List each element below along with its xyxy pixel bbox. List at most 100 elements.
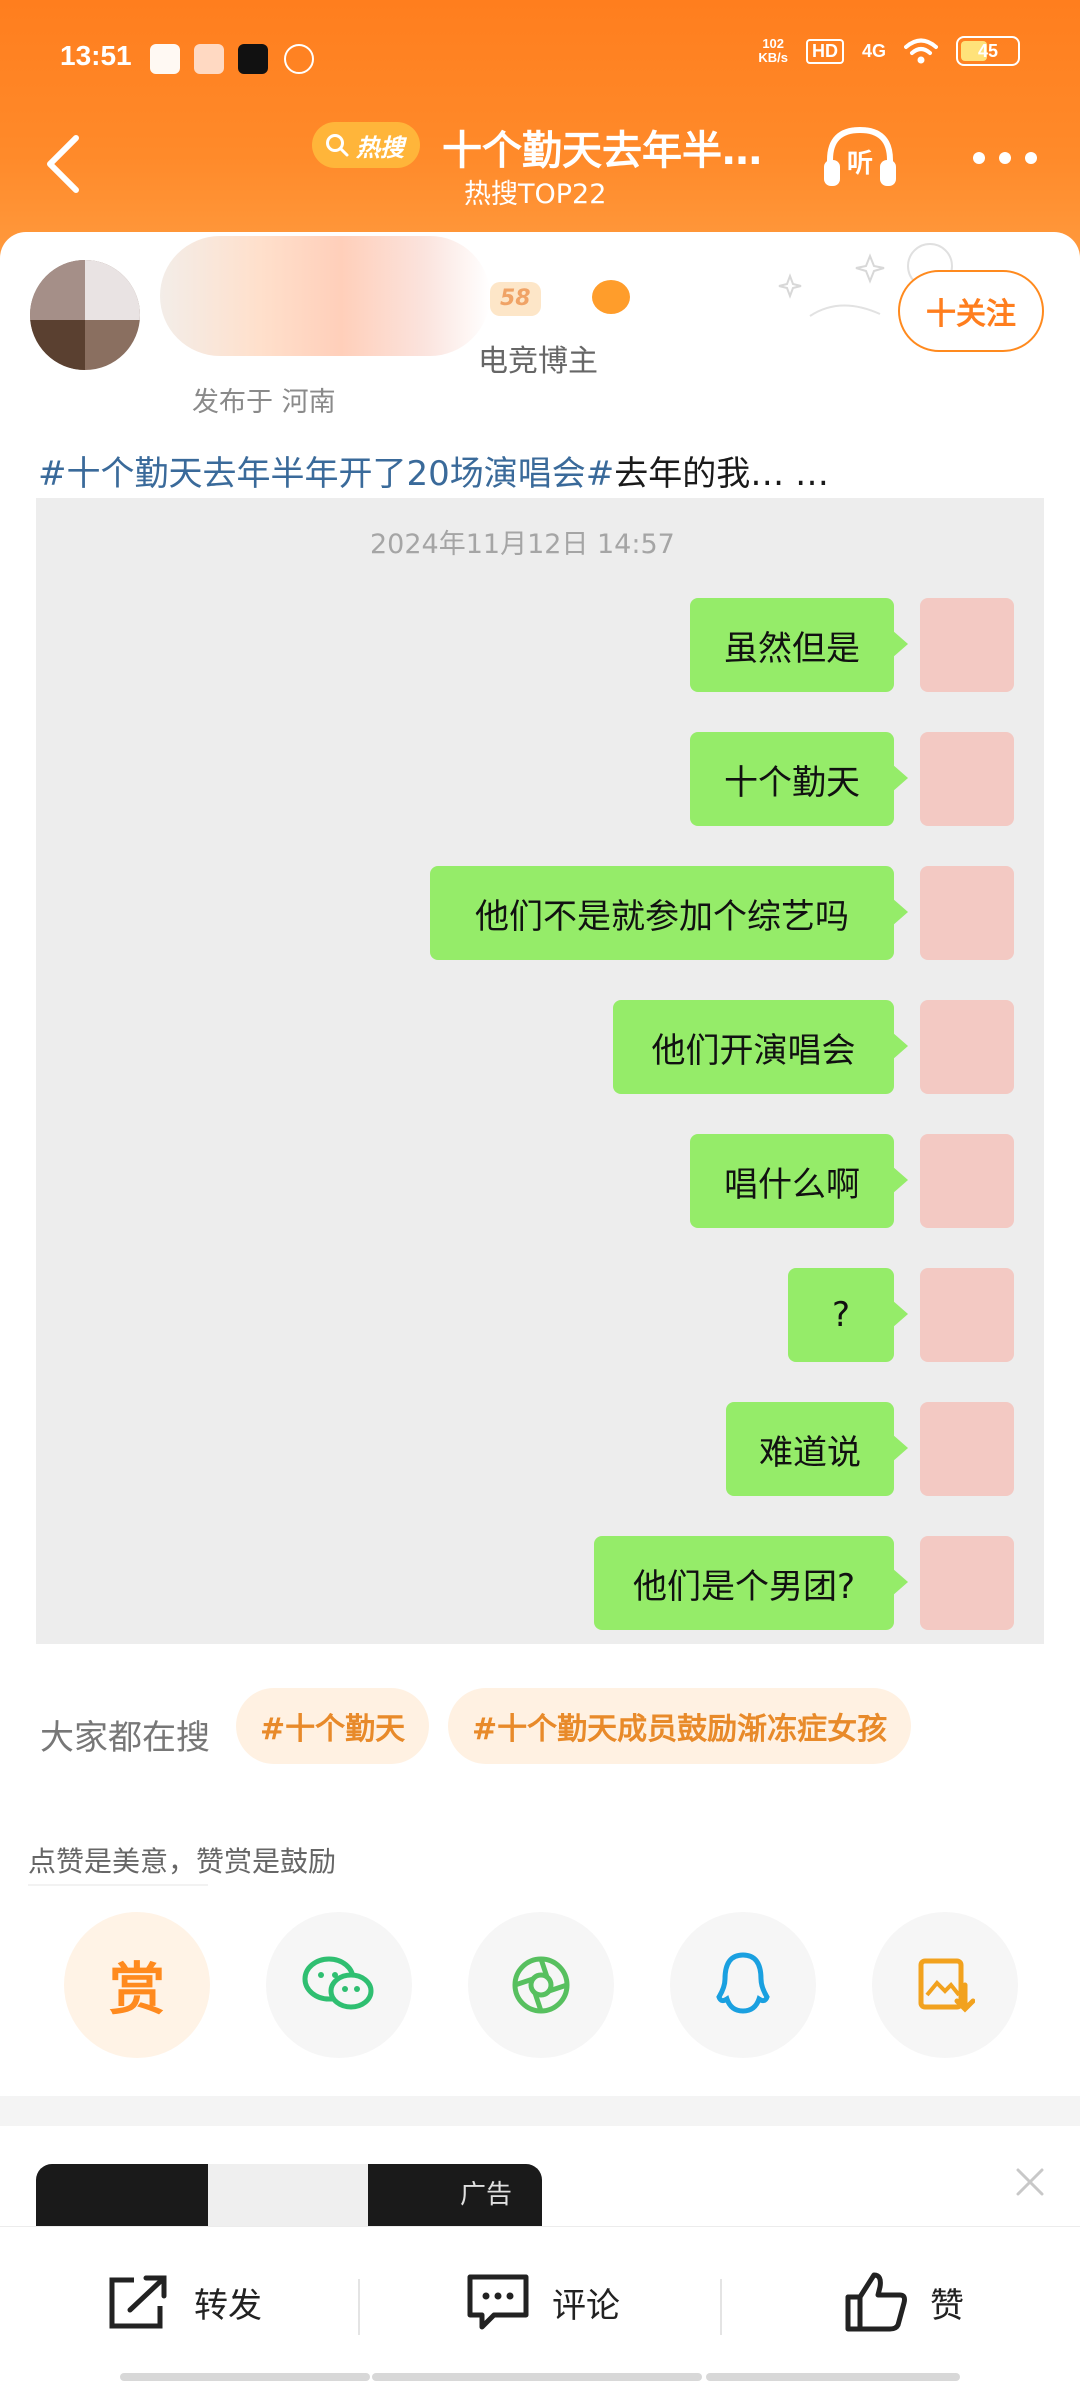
page-title: 十个勤天去年半… [442, 128, 762, 174]
post-hashtag-link[interactable]: #十个勤天去年半年开了20场演唱会# [38, 454, 614, 494]
reward-label: 赏 [109, 1957, 165, 2023]
chat-message: ? [36, 1268, 1044, 1364]
like-label: 赞 [930, 2285, 964, 2326]
close-icon[interactable] [1010, 2162, 1050, 2202]
status-bar: 13:51 102 KB/s HD 4G 45 [0, 0, 1080, 120]
avatar[interactable] [30, 260, 140, 370]
divider [28, 1884, 208, 1886]
share-qq-button[interactable] [670, 1912, 816, 2058]
chat-message: 他们开演唱会 [36, 1000, 1044, 1096]
avatar-pixel [30, 260, 85, 320]
post-text: #十个勤天去年半年开了20场演唱会#去年的我… … [38, 446, 829, 495]
net-speed: 102 KB/s [758, 37, 788, 65]
bear-avatar-icon [920, 1536, 1014, 1630]
status-indicators: 102 KB/s HD 4G 45 [758, 36, 1020, 66]
bear-avatar-icon [920, 732, 1014, 826]
post-image-chat-screenshot[interactable]: 2024年11月12日 14:57 虽然但是 十个勤天 他们不是就参加个综艺吗 … [36, 498, 1044, 1644]
tiktok-app-icon [238, 44, 268, 74]
bottom-action-bar: 转发 评论 赞 [0, 2226, 1080, 2388]
avatar-pixel [30, 320, 85, 370]
author-name-redacted[interactable] [160, 236, 490, 356]
share-icon [109, 2275, 167, 2329]
chat-bubble: 他们是个男团? [594, 1536, 908, 1630]
user-level-badge: 58 [490, 282, 541, 316]
search-icon [326, 134, 349, 157]
search-chip[interactable]: #十个勤天 [236, 1688, 430, 1764]
reward-hint: 点赞是美意，赞赏是鼓励 [28, 1845, 337, 1878]
back-button[interactable] [30, 124, 100, 204]
page-subtitle[interactable]: 热搜TOP22 [464, 172, 606, 211]
network-label: 4G [861, 40, 886, 61]
home-indicator [120, 2373, 370, 2381]
qq-penguin-icon [716, 1952, 770, 2014]
chat-bubble: 他们开演唱会 [613, 1000, 908, 1094]
divider [358, 2279, 360, 2335]
like-button[interactable]: 赞 [842, 2267, 964, 2337]
save-image-button[interactable] [872, 1912, 1018, 2058]
wifi-icon [904, 38, 938, 64]
pufferfish-icon [592, 280, 630, 314]
chat-message: 难道说 [36, 1402, 1044, 1498]
nav-bar: 热搜 十个勤天去年半… 热搜TOP22 听 [0, 110, 1080, 220]
section-divider [0, 2096, 1080, 2126]
repost-button[interactable]: 转发 [104, 2267, 262, 2337]
author-role: 电竞博主 [478, 344, 598, 379]
weibo-app-icon [150, 44, 180, 74]
net-speed-value: 102 [762, 36, 785, 51]
post-location: 发布于 河南 [192, 387, 336, 418]
chat-bubble: 虽然但是 [690, 598, 908, 692]
battery-percent: 45 [977, 41, 999, 61]
repost-label: 转发 [194, 2285, 262, 2326]
listen-label: 听 [847, 149, 873, 179]
hot-pill-label: 热搜 [356, 133, 404, 162]
net-speed-unit: KB/s [758, 50, 788, 65]
divider [720, 2279, 722, 2335]
battery-icon: 45 [956, 36, 1020, 66]
home-indicator [706, 2373, 960, 2381]
listen-button[interactable]: 听 [820, 120, 900, 196]
bear-avatar-icon [920, 1134, 1014, 1228]
chat-bubble: 唱什么啊 [690, 1134, 908, 1228]
trending-search-label: 大家都在搜 [40, 1718, 210, 1758]
headphones-icon: 听 [824, 126, 896, 186]
comment-button[interactable]: 评论 [464, 2267, 620, 2337]
chat-message: 唱什么啊 [36, 1134, 1044, 1230]
search-chip[interactable]: #十个勤天成员鼓励渐冻症女孩 [448, 1688, 912, 1764]
more-dot [973, 152, 985, 164]
bear-avatar-icon [920, 866, 1014, 960]
more-button[interactable] [960, 138, 1050, 178]
hot-search-pill[interactable]: 热搜 [312, 122, 420, 168]
thumbs-up-icon [845, 2272, 907, 2332]
avatar-pixel [85, 260, 140, 320]
home-indicator [372, 2373, 702, 2381]
chat-message: 他们是个男团? [36, 1536, 1044, 1632]
reward-button[interactable]: 赏 [64, 1912, 210, 2058]
chat-message: 十个勤天 [36, 732, 1044, 828]
comment-label: 评论 [552, 2285, 620, 2326]
moments-aperture-icon [512, 1956, 570, 2014]
post-body: 去年的我… … [614, 454, 830, 494]
chat-bubble: 十个勤天 [690, 732, 908, 826]
notification-icon [284, 44, 314, 74]
chat-bubble: ? [788, 1268, 908, 1362]
chat-date: 2024年11月12日 14:57 [370, 529, 675, 560]
status-time: 13:51 [60, 40, 132, 71]
chat-message: 虽然但是 [36, 598, 1044, 694]
bear-avatar-icon [920, 1268, 1014, 1362]
chat-message: 他们不是就参加个综艺吗 [36, 866, 1044, 962]
bear-avatar-icon [920, 1000, 1014, 1094]
bear-avatar-icon [920, 598, 1014, 692]
share-wechat-button[interactable] [266, 1912, 412, 2058]
comment-icon [467, 2274, 529, 2330]
hd-icon: HD [805, 38, 844, 64]
wechat-icon [302, 1956, 374, 2010]
follow-button[interactable]: 十关注 [898, 270, 1044, 352]
more-dot [1025, 152, 1037, 164]
ad-label: 广告 [460, 2180, 513, 2210]
bear-avatar-icon [920, 1402, 1014, 1496]
chat-bubble: 他们不是就参加个综艺吗 [430, 866, 908, 960]
chat-bubble: 难道说 [726, 1402, 908, 1496]
more-dot [999, 152, 1011, 164]
share-moments-button[interactable] [468, 1912, 614, 2058]
kuaishou-app-icon [194, 44, 224, 74]
